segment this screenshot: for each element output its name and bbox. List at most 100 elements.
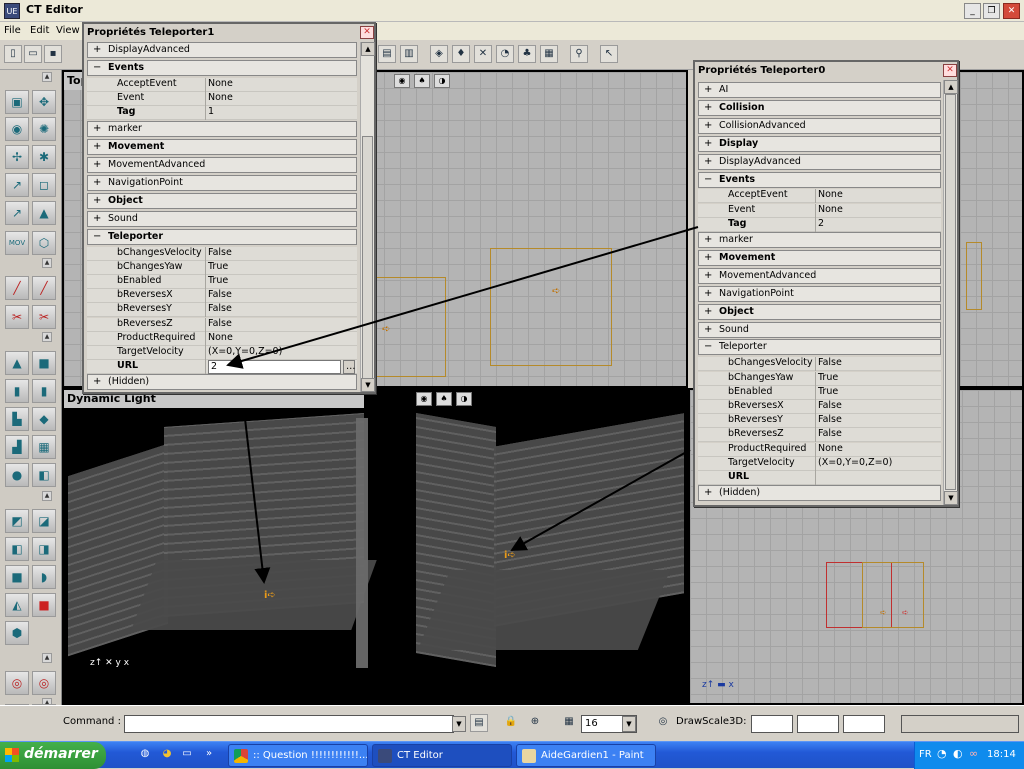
expand-icon[interactable]: + bbox=[704, 120, 712, 131]
expand-icon[interactable]: + bbox=[93, 177, 101, 188]
column-divider[interactable] bbox=[205, 275, 206, 289]
matinee-icon[interactable]: ▲ bbox=[32, 201, 56, 225]
expand-icon[interactable]: + bbox=[93, 123, 101, 134]
drawscale-z-field[interactable] bbox=[843, 715, 885, 733]
expand-icon[interactable]: + bbox=[704, 270, 712, 281]
panel-close-icon[interactable]: ✕ bbox=[360, 26, 374, 39]
expand-icon[interactable]: + bbox=[704, 84, 712, 95]
scrollbar[interactable]: ▲ ▼ bbox=[360, 42, 375, 392]
property-value[interactable]: 1 bbox=[208, 106, 214, 117]
light-bulb-icon[interactable]: ♦ bbox=[452, 45, 470, 63]
column-divider[interactable] bbox=[205, 78, 206, 92]
property-row[interactable]: URL bbox=[698, 470, 941, 485]
task-question[interactable]: :: Question !!!!!!!!!!!!... bbox=[228, 744, 368, 767]
property-row[interactable]: URL 2… bbox=[87, 360, 357, 375]
property-row[interactable]: bReversesZ False bbox=[87, 317, 357, 332]
category-sound[interactable]: + Sound bbox=[87, 210, 357, 227]
property-value[interactable]: False bbox=[818, 414, 842, 425]
property-value[interactable]: False bbox=[818, 428, 842, 439]
property-row[interactable]: AcceptEvent None bbox=[698, 189, 941, 204]
category-displayadvanced[interactable]: + DisplayAdvanced bbox=[87, 42, 357, 58]
grid-icon[interactable]: ▦ bbox=[560, 714, 578, 732]
property-row[interactable]: bChangesVelocity False bbox=[87, 246, 357, 261]
expand-icon[interactable]: + bbox=[93, 141, 101, 152]
property-value[interactable]: True bbox=[818, 372, 838, 383]
category-object[interactable]: + Object bbox=[87, 192, 357, 209]
crosshair-icon[interactable]: ⊕ bbox=[526, 714, 544, 732]
property-value[interactable]: False bbox=[818, 400, 842, 411]
column-divider[interactable] bbox=[815, 371, 816, 386]
texture-pan-icon[interactable]: ↗ bbox=[5, 201, 29, 225]
line-tool-2-icon[interactable]: ╱ bbox=[32, 276, 56, 300]
column-divider[interactable] bbox=[815, 414, 816, 429]
expand-icon[interactable]: + bbox=[93, 44, 101, 55]
expand-icon[interactable]: + bbox=[93, 376, 101, 387]
property-value[interactable]: None bbox=[818, 204, 843, 215]
property-value[interactable]: False bbox=[208, 247, 232, 258]
column-divider[interactable] bbox=[205, 246, 206, 261]
intersect-icon[interactable]: ◧ bbox=[5, 537, 29, 561]
browse-button[interactable]: … bbox=[343, 360, 356, 375]
language-indicator[interactable]: FR bbox=[919, 749, 932, 760]
collapse-icon[interactable]: − bbox=[93, 62, 101, 73]
network-icon[interactable]: ◐ bbox=[953, 747, 963, 760]
category-teleporter[interactable]: − Teleporter bbox=[698, 339, 941, 356]
teleporter-actor-icon[interactable]: ➪ bbox=[382, 324, 390, 335]
collapse-arrow-icon[interactable]: ▲ bbox=[42, 332, 52, 342]
deintersect-icon[interactable]: ◨ bbox=[32, 537, 56, 561]
maximize-button[interactable]: ❐ bbox=[983, 3, 1000, 19]
property-row[interactable]: bReversesX False bbox=[698, 399, 941, 414]
column-divider[interactable] bbox=[815, 217, 816, 232]
property-row[interactable]: bEnabled True bbox=[698, 385, 941, 400]
property-row[interactable]: bReversesZ False bbox=[698, 428, 941, 443]
scroll-thumb[interactable] bbox=[362, 136, 373, 386]
task-paint[interactable]: AideGardien1 - Paint bbox=[516, 744, 656, 767]
category-ai[interactable]: + AI bbox=[698, 82, 941, 98]
column-divider[interactable] bbox=[815, 203, 816, 218]
rebuild-icon[interactable]: ▦ bbox=[540, 45, 558, 63]
expand-icon[interactable]: + bbox=[704, 156, 712, 167]
column-divider[interactable] bbox=[815, 428, 816, 443]
browser-icon[interactable]: ▤ bbox=[378, 45, 396, 63]
property-row[interactable]: Event None bbox=[87, 92, 357, 107]
teleporter-actor-icon[interactable]: i➪ bbox=[504, 550, 516, 561]
category-marker[interactable]: + marker bbox=[698, 232, 941, 248]
vertex-edit-icon[interactable]: ✢ bbox=[5, 145, 29, 169]
add-static-mesh-icon[interactable]: ◭ bbox=[5, 593, 29, 617]
scale-icon[interactable]: ↗ bbox=[5, 173, 29, 197]
expand-icon[interactable]: + bbox=[704, 487, 712, 498]
cylinder-brush-icon[interactable]: ▮ bbox=[5, 379, 29, 403]
paint-icon[interactable]: ◔ bbox=[496, 45, 514, 63]
category-hidden[interactable]: + (Hidden) bbox=[87, 374, 357, 391]
task-ct-editor[interactable]: CT Editor bbox=[372, 744, 512, 767]
category-movementadvanced[interactable]: + MovementAdvanced bbox=[87, 156, 357, 173]
new-file-icon[interactable]: ▯ bbox=[4, 45, 22, 63]
category-collision[interactable]: + Collision bbox=[698, 99, 941, 116]
collapse-arrow-icon[interactable]: ▲ bbox=[42, 491, 52, 501]
property-value[interactable]: None bbox=[208, 332, 233, 343]
add-mover-icon[interactable]: ■ bbox=[5, 565, 29, 589]
rotate-icon[interactable]: ✺ bbox=[32, 117, 56, 141]
view-realtime-icon[interactable]: ◑ bbox=[434, 74, 450, 88]
expand-icon[interactable]: + bbox=[93, 213, 101, 224]
column-divider[interactable] bbox=[815, 399, 816, 414]
property-value[interactable]: True bbox=[208, 275, 228, 286]
property-row[interactable]: AcceptEvent None bbox=[87, 78, 357, 92]
category-displayadvanced[interactable]: + DisplayAdvanced bbox=[698, 153, 941, 170]
start-button[interactable]: démarrer bbox=[0, 742, 106, 769]
category-teleporter[interactable]: − Teleporter bbox=[87, 228, 357, 245]
category-navigationpoint[interactable]: + NavigationPoint bbox=[698, 285, 941, 302]
category-movement[interactable]: + Movement bbox=[698, 249, 941, 266]
open-folder-icon[interactable]: ▭ bbox=[24, 45, 42, 63]
category-movement[interactable]: + Movement bbox=[87, 138, 357, 155]
teleporter-actor-icon[interactable]: i➪ bbox=[264, 590, 276, 601]
terrain-icon[interactable]: ✱ bbox=[32, 145, 56, 169]
collapse-arrow-icon[interactable]: ▲ bbox=[42, 258, 52, 268]
command-input[interactable] bbox=[124, 715, 454, 733]
sphere-brush-icon[interactable]: ● bbox=[5, 463, 29, 487]
property-row[interactable]: bChangesYaw True bbox=[698, 371, 941, 386]
add-special-icon[interactable]: ◗ bbox=[32, 565, 56, 589]
view-eye-icon[interactable]: ◉ bbox=[416, 392, 432, 406]
collapse-arrow-icon[interactable]: ▲ bbox=[42, 72, 52, 82]
property-value[interactable]: None bbox=[818, 189, 843, 200]
